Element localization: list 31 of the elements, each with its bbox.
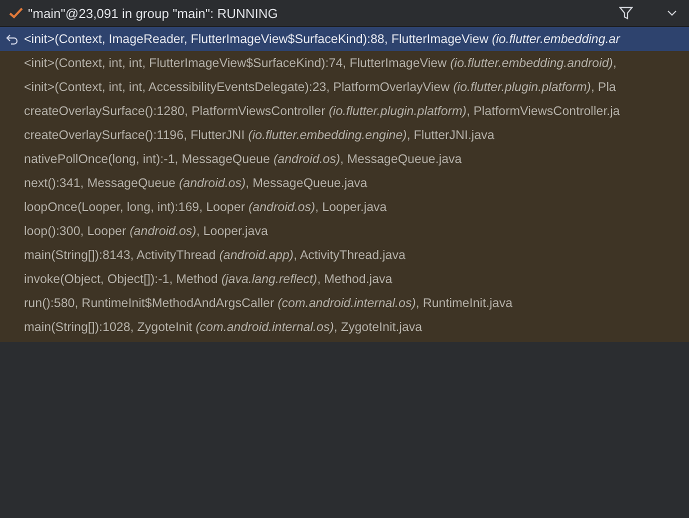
- stack-frame-text: <init>(Context, ImageReader, FlutterImageView$SurfaceKind):88, FlutterImageView (io.flutter.embedding.ar: [24, 32, 620, 46]
- stack-frame-row[interactable]: invoke(Object, Object[]):-1, Method (java.lang.reflect), Method.java: [0, 267, 689, 291]
- stack-frame-text: run():580, RuntimeInit$MethodAndArgsCaller (com.android.internal.os), RuntimeInit.java: [24, 296, 512, 310]
- stack-frame-text: main(String[]):1028, ZygoteInit (com.android.internal.os), ZygoteInit.java: [24, 320, 422, 334]
- stack-frame-row[interactable]: <init>(Context, int, int, AccessibilityEventsDelegate):23, PlatformOverlayView (io.flutter.plugin.platform), Pla: [0, 75, 689, 99]
- stack-frame-row[interactable]: createOverlaySurface():1196, FlutterJNI (io.flutter.embedding.engine), FlutterJNI.java: [0, 123, 689, 147]
- stack-frame-text: <init>(Context, int, int, AccessibilityEventsDelegate):23, PlatformOverlayView (io.flutter.plugin.platform), Pla: [24, 80, 616, 94]
- stack-frame-row[interactable]: <init>(Context, ImageReader, FlutterImageView$SurfaceKind):88, FlutterImageView (io.flutter.embedding.ar: [0, 27, 689, 51]
- stack-frame-row[interactable]: main(String[]):8143, ActivityThread (android.app), ActivityThread.java: [0, 243, 689, 267]
- stack-frame-text: main(String[]):8143, ActivityThread (android.app), ActivityThread.java: [24, 248, 406, 262]
- return-arrow-icon: [6, 34, 18, 45]
- check-icon: [9, 7, 23, 19]
- stack-frame-row[interactable]: createOverlaySurface():1280, PlatformViewsController (io.flutter.plugin.platform), PlatformViewsController.ja: [0, 99, 689, 123]
- stack-frame-row[interactable]: main(String[]):1028, ZygoteInit (com.android.internal.os), ZygoteInit.java: [0, 315, 689, 339]
- stack-frame-text: createOverlaySurface():1280, PlatformViewsController (io.flutter.plugin.platform), PlatformViewsController.ja: [24, 104, 620, 118]
- stack-frame-text: createOverlaySurface():1196, FlutterJNI (io.flutter.embedding.engine), FlutterJNI.java: [24, 128, 494, 142]
- stack-frame-row[interactable]: next():341, MessageQueue (android.os), MessageQueue.java: [0, 171, 689, 195]
- thread-title: "main"@23,091 in group "main": RUNNING: [28, 6, 279, 20]
- stack-frame-text: invoke(Object, Object[]):-1, Method (java.lang.reflect), Method.java: [24, 272, 392, 286]
- stack-frame-text: nativePollOnce(long, int):-1, MessageQueue (android.os), MessageQueue.java: [24, 152, 462, 166]
- stack-frame-row[interactable]: <init>(Context, int, int, FlutterImageView$SurfaceKind):74, FlutterImageView (io.flutter.embedding.android),: [0, 51, 689, 75]
- stack-frame-text: next():341, MessageQueue (android.os), MessageQueue.java: [24, 176, 368, 190]
- stack-frame-row[interactable]: loopOnce(Looper, long, int):169, Looper (android.os), Looper.java: [0, 195, 689, 219]
- filter-icon[interactable]: [619, 6, 633, 20]
- stack-frame-row[interactable]: run():580, RuntimeInit$MethodAndArgsCaller (com.android.internal.os), RuntimeInit.java: [0, 291, 689, 315]
- stack-frame-text: loop():300, Looper (android.os), Looper.java: [24, 224, 268, 238]
- stack-frame-row[interactable]: nativePollOnce(long, int):-1, MessageQueue (android.os), MessageQueue.java: [0, 147, 689, 171]
- chevron-down-icon[interactable]: [667, 10, 677, 16]
- stack-frame-row[interactable]: loop():300, Looper (android.os), Looper.java: [0, 219, 689, 243]
- stack-frame-text: <init>(Context, int, int, FlutterImageView$SurfaceKind):74, FlutterImageView (io.flutter.embedding.android),: [24, 56, 616, 70]
- stack-frame-text: loopOnce(Looper, long, int):169, Looper (android.os), Looper.java: [24, 200, 387, 214]
